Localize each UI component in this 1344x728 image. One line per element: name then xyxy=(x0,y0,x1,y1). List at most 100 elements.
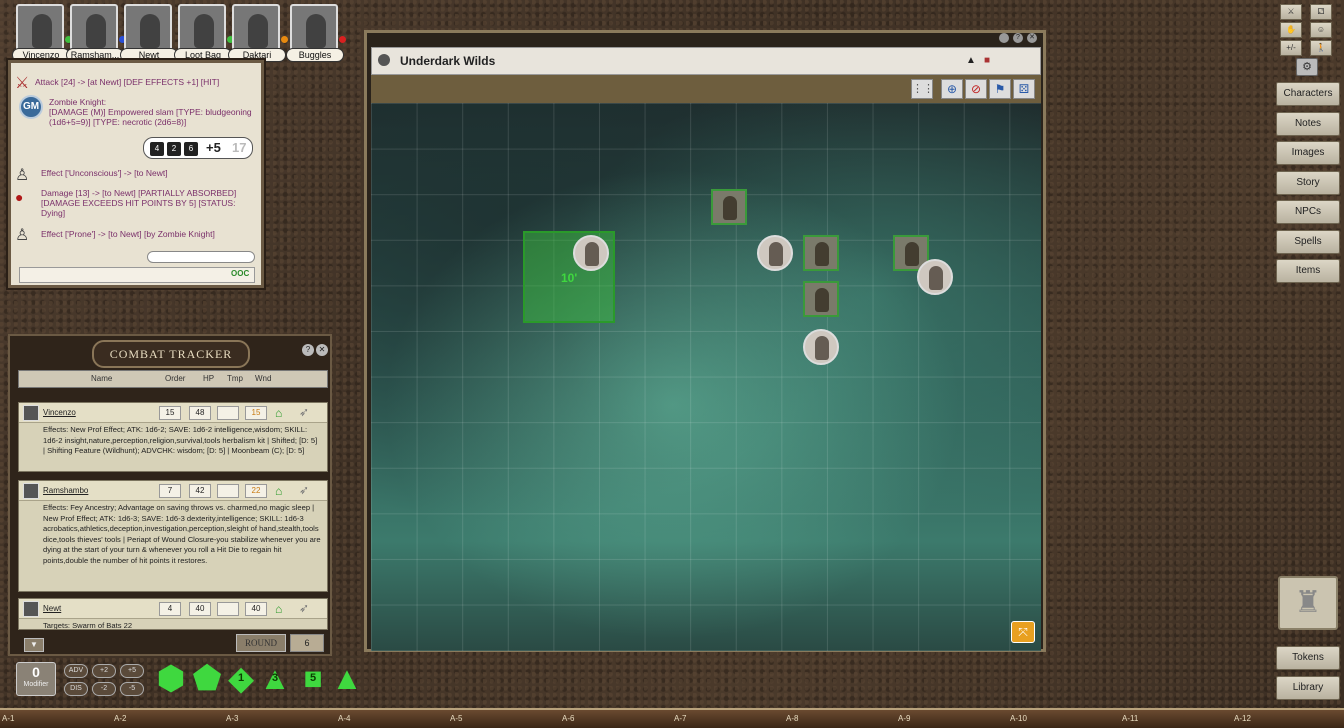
player-token[interactable] xyxy=(803,281,839,317)
hotkey-slot[interactable]: A-8 xyxy=(786,714,798,723)
round-counter[interactable]: 6 xyxy=(290,634,324,652)
emote-icon[interactable]: ☺ xyxy=(1310,22,1332,38)
target-icon[interactable]: ➶ xyxy=(299,483,309,497)
combat-tracker-title[interactable]: COMBAT TRACKER xyxy=(92,340,250,368)
share-icon[interactable]: ▲ xyxy=(966,55,976,66)
padlock-icon[interactable]: ■ xyxy=(984,55,990,66)
d10-die-icon[interactable]: ◆ 1 xyxy=(224,662,258,694)
ooc-toggle[interactable]: OOC xyxy=(231,269,249,278)
friend-foe-icon[interactable]: ⌂ xyxy=(275,602,282,616)
d4-die-icon[interactable]: ▲ xyxy=(330,662,364,694)
sidebar-button-items[interactable]: Items xyxy=(1276,259,1340,283)
party-portrait[interactable]: Buggles xyxy=(286,4,346,62)
minus-5-button[interactable]: -5 xyxy=(120,682,144,696)
close-icon[interactable]: ✕ xyxy=(316,344,328,356)
d8-die-icon[interactable]: ▲ 3 xyxy=(258,662,292,694)
hp-field[interactable]: 42 xyxy=(189,484,211,498)
tmp-hp-field[interactable] xyxy=(217,484,239,498)
initiative-field[interactable]: 7 xyxy=(159,484,181,498)
plus-2-button[interactable]: +2 xyxy=(92,664,116,678)
player-token[interactable] xyxy=(711,189,747,225)
sidebar-button-characters[interactable]: Characters xyxy=(1276,82,1340,106)
combatant-name[interactable]: Ramshambo xyxy=(43,486,88,495)
party-portrait[interactable]: Loot Bag xyxy=(174,4,234,62)
target-crosshair-icon[interactable]: ⊕ xyxy=(941,79,963,99)
party-portrait[interactable]: Ramsham... xyxy=(66,4,126,62)
enemy-token[interactable] xyxy=(757,235,793,271)
hotkey-slot[interactable]: A-4 xyxy=(338,714,350,723)
sidebar-button-tokens[interactable]: Tokens xyxy=(1276,646,1340,670)
combatant-name[interactable]: Vincenzo xyxy=(43,408,76,417)
party-portrait[interactable]: Vincenzo xyxy=(12,4,72,62)
party-portrait[interactable]: Daktari xyxy=(228,4,288,62)
hotkey-slot[interactable]: A-10 xyxy=(1010,714,1027,723)
enemy-token[interactable] xyxy=(917,259,953,295)
hp-field[interactable]: 48 xyxy=(189,406,211,420)
hotkey-slot[interactable]: A-12 xyxy=(1234,714,1251,723)
walk-icon[interactable]: 🚶 xyxy=(1310,40,1332,56)
chat-input[interactable] xyxy=(19,267,255,283)
combat-entry[interactable]: Vincenzo 15 48 15 ⌂ ➶ Effects: New Prof … xyxy=(18,402,328,472)
party-portrait[interactable]: Newt xyxy=(120,4,178,62)
hotkey-slot[interactable]: A-6 xyxy=(562,714,574,723)
map-canvas[interactable]: 10' ⤧ xyxy=(371,103,1041,651)
initiative-field[interactable]: 15 xyxy=(159,406,181,420)
minus-2-button[interactable]: -2 xyxy=(92,682,116,696)
modifier-icon[interactable]: +/- xyxy=(1280,40,1302,56)
d6-die-icon[interactable]: ■ 5 xyxy=(296,662,330,694)
map-options-icon[interactable]: ⤧ xyxy=(1011,621,1035,643)
wounds-field[interactable]: 15 xyxy=(245,406,267,420)
target-icon[interactable]: ➶ xyxy=(299,405,309,419)
hotkey-slot[interactable]: A-2 xyxy=(114,714,126,723)
hand-icon[interactable]: ✋ xyxy=(1280,22,1302,38)
clear-targets-icon[interactable]: ⊘ xyxy=(965,79,987,99)
dice-icon[interactable]: ⚄ xyxy=(1013,79,1035,99)
wounds-field[interactable]: 40 xyxy=(245,602,267,616)
hotkey-slot[interactable]: A-7 xyxy=(674,714,686,723)
hotkey-slot[interactable]: A-9 xyxy=(898,714,910,723)
sidebar-button-npcs[interactable]: NPCs xyxy=(1276,200,1340,224)
hp-field[interactable]: 40 xyxy=(189,602,211,616)
help-icon[interactable]: ? xyxy=(1013,33,1023,43)
hotkey-slot[interactable]: A-3 xyxy=(226,714,238,723)
lock-icon[interactable] xyxy=(999,33,1009,43)
modifier-box[interactable]: 0 Modifier xyxy=(16,662,56,696)
tmp-hp-field[interactable] xyxy=(217,406,239,420)
combat-icon[interactable]: ⚔ xyxy=(1280,4,1302,20)
friend-foe-icon[interactable]: ⌂ xyxy=(275,484,282,498)
combat-entry[interactable]: Newt 4 40 40 ⌂ ➶ Targets: Swarm of Bats … xyxy=(18,598,328,630)
hotkey-slot[interactable]: A-11 xyxy=(1122,714,1138,723)
combatant-name[interactable]: Newt xyxy=(43,604,61,613)
chat-mode-select[interactable] xyxy=(147,251,255,263)
flag-icon[interactable]: ⚑ xyxy=(989,79,1011,99)
sidebar-button-library[interactable]: Library xyxy=(1276,676,1340,700)
sidebar-button-spells[interactable]: Spells xyxy=(1276,229,1340,254)
sidebar-button-images[interactable]: Images xyxy=(1276,141,1340,165)
friend-foe-icon[interactable]: ⌂ xyxy=(275,406,282,420)
hotkey-slot[interactable]: A-5 xyxy=(450,714,462,723)
link-icon[interactable] xyxy=(378,54,390,66)
player-token[interactable] xyxy=(803,235,839,271)
advantage-button[interactable]: ADV xyxy=(64,664,88,678)
d12-die-icon[interactable]: ⬟ xyxy=(190,662,224,694)
enemy-token[interactable] xyxy=(573,235,609,271)
help-icon[interactable]: ? xyxy=(302,344,314,356)
d20-die-icon[interactable]: ⬢ xyxy=(154,662,188,694)
wounds-field[interactable]: 22 xyxy=(245,484,267,498)
close-icon[interactable]: ✕ xyxy=(1027,33,1037,43)
initiative-field[interactable]: 4 xyxy=(159,602,181,616)
next-round-button[interactable]: ROUND xyxy=(236,634,286,652)
tmp-hp-field[interactable] xyxy=(217,602,239,616)
chevron-down-icon[interactable]: ▼ xyxy=(24,638,44,652)
hotkey-slot[interactable]: A-1 xyxy=(2,714,14,723)
disadvantage-button[interactable]: DIS xyxy=(64,682,88,696)
plus-5-button[interactable]: +5 xyxy=(120,664,144,678)
combat-entry[interactable]: Ramshambo 7 42 22 ⌂ ➶ Effects: Fey Ances… xyxy=(18,480,328,592)
target-icon[interactable]: ➶ xyxy=(299,601,309,615)
settings-gear-icon[interactable]: ⚙ xyxy=(1296,58,1318,76)
sidebar-button-story[interactable]: Story xyxy=(1276,170,1340,195)
grid-icon[interactable]: ⋮⋮ xyxy=(911,79,934,99)
enemy-token[interactable] xyxy=(803,329,839,365)
dice-icon[interactable]: ⚁ xyxy=(1310,4,1332,20)
sidebar-button-notes[interactable]: Notes xyxy=(1276,111,1340,136)
